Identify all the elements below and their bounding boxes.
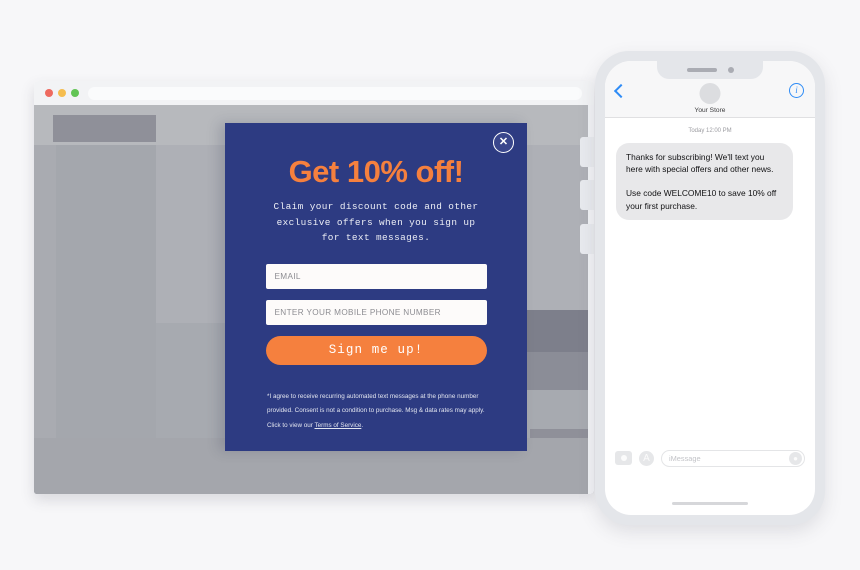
minimize-window-button[interactable] xyxy=(58,89,66,97)
close-icon[interactable]: ✕ xyxy=(493,132,514,153)
message-thread: Today 12:00 PM Thanks for subscribing! W… xyxy=(605,118,815,448)
chevron-left-icon[interactable] xyxy=(613,83,629,99)
phone-field[interactable] xyxy=(265,299,487,325)
page-side-tab[interactable] xyxy=(580,224,594,254)
appstore-icon[interactable]: A xyxy=(639,450,654,466)
consent-text: *I agree to receive recurring automated … xyxy=(267,392,485,429)
signup-form: Sign me up! xyxy=(265,263,487,365)
page-logo-placeholder xyxy=(53,115,156,142)
contact-name: Your Store xyxy=(694,107,726,114)
message-paragraph: Use code WELCOME10 to save 10% off your … xyxy=(626,188,777,211)
email-field[interactable] xyxy=(265,263,487,289)
address-bar[interactable] xyxy=(88,86,582,100)
speaker-icon xyxy=(686,68,717,72)
phone-screen: Your Store i Today 12:00 PM Thanks for s… xyxy=(605,61,815,515)
modal-headline: Get 10% off! xyxy=(288,154,464,189)
phone-notch xyxy=(657,61,763,79)
zoom-window-button[interactable] xyxy=(71,89,79,97)
message-bubble: Thanks for subscribing! We'll text you h… xyxy=(616,143,793,220)
browser-titlebar xyxy=(34,81,594,105)
home-indicator xyxy=(672,502,748,505)
modal-subcopy: Claim your discount code and other exclu… xyxy=(273,201,479,243)
imessage-placeholder: iMessage xyxy=(669,453,701,463)
page-side-tab[interactable] xyxy=(580,180,594,210)
imessage-input[interactable]: iMessage ● xyxy=(661,449,805,467)
info-icon[interactable]: i xyxy=(789,83,804,98)
thread-timestamp: Today 12:00 PM xyxy=(688,128,732,134)
message-paragraph: Thanks for subscribing! We'll text you h… xyxy=(626,152,774,175)
imessage-input-bar: A iMessage ● xyxy=(605,441,815,475)
page-side-tab[interactable] xyxy=(580,137,594,167)
close-window-button[interactable] xyxy=(45,89,53,97)
camera-icon[interactable] xyxy=(615,451,632,465)
consent-text-end: . xyxy=(361,421,364,429)
microphone-icon[interactable]: ● xyxy=(789,452,802,465)
terms-of-service-link[interactable]: Terms of Service xyxy=(314,422,361,429)
phone-mockup: Your Store i Today 12:00 PM Thanks for s… xyxy=(595,51,825,525)
avatar[interactable] xyxy=(699,83,721,104)
signup-modal: ✕ Get 10% off! Claim your discount code … xyxy=(225,123,527,451)
front-camera-icon xyxy=(727,67,734,73)
consent-fineprint: *I agree to receive recurring automated … xyxy=(267,390,485,434)
sign-me-up-button[interactable]: Sign me up! xyxy=(265,335,487,365)
window-traffic-lights xyxy=(45,89,79,97)
